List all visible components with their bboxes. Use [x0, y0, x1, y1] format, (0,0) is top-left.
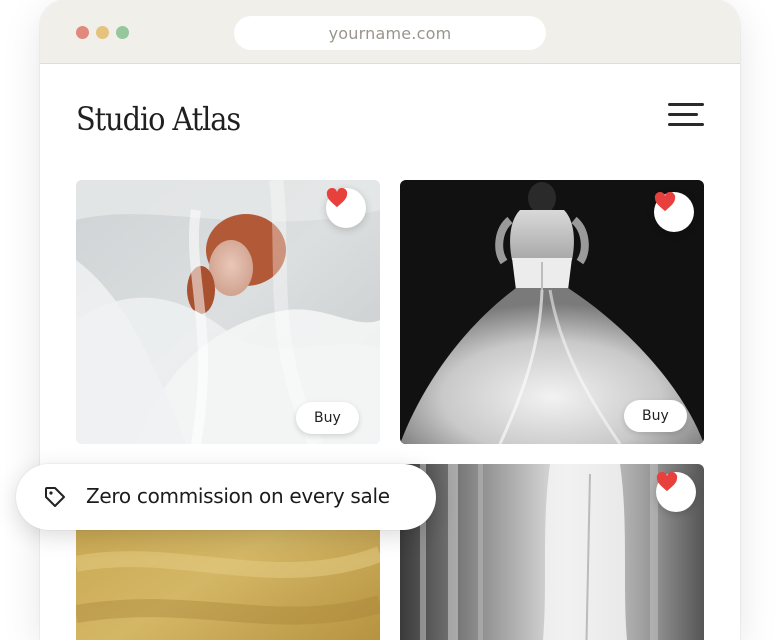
- hamburger-menu-icon[interactable]: [668, 102, 704, 128]
- gallery-card-2[interactable]: Buy: [400, 180, 704, 444]
- gallery-card-4[interactable]: [400, 464, 704, 640]
- url-text: yourname.com: [328, 23, 452, 43]
- site-page: Studio Atlas Buy Buy: [40, 64, 740, 640]
- window-minimize-dot[interactable]: [96, 26, 109, 39]
- buy-button[interactable]: Buy: [624, 400, 687, 432]
- window-close-dot[interactable]: [76, 26, 89, 39]
- browser-window: yourname.com Studio Atlas Buy Buy: [40, 0, 740, 640]
- site-logo[interactable]: Studio Atlas: [76, 100, 241, 138]
- url-bar[interactable]: yourname.com: [234, 16, 546, 50]
- tag-icon: [45, 487, 65, 507]
- favorite-button[interactable]: [326, 188, 366, 228]
- feature-badge: Zero commission on every sale: [16, 464, 436, 530]
- heart-icon: [654, 192, 676, 212]
- heart-icon: [656, 472, 678, 492]
- feature-badge-text: Zero commission on every sale: [86, 484, 390, 508]
- favorite-button[interactable]: [654, 192, 694, 232]
- gallery-card-1[interactable]: Buy: [76, 180, 380, 444]
- buy-button[interactable]: Buy: [296, 402, 359, 434]
- browser-chrome: yourname.com: [40, 0, 740, 64]
- window-maximize-dot[interactable]: [116, 26, 129, 39]
- heart-icon: [326, 188, 348, 208]
- favorite-button[interactable]: [656, 472, 696, 512]
